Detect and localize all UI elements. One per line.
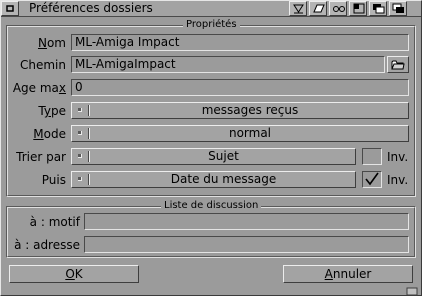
checkmark-icon bbox=[365, 172, 379, 186]
adresse-label: à : adresse bbox=[14, 238, 80, 252]
motif-field[interactable] bbox=[84, 213, 409, 230]
cycle-icon bbox=[78, 131, 82, 135]
annuler-button[interactable]: Annuler bbox=[283, 265, 413, 283]
chemin-field[interactable]: ML-AmigaImpact bbox=[71, 56, 385, 73]
zoom-icon bbox=[353, 3, 365, 14]
close-button[interactable] bbox=[1, 1, 19, 16]
ok-button[interactable]: OK bbox=[9, 265, 139, 283]
type-cycle[interactable]: messages reçus bbox=[71, 102, 409, 119]
nom-label: Nom bbox=[37, 36, 66, 50]
resize-handle[interactable] bbox=[406, 285, 418, 296]
front-back-icon bbox=[392, 3, 404, 13]
motif-label: à : motif bbox=[29, 215, 80, 229]
age-max-label: Age max bbox=[12, 81, 66, 95]
mode-cycle[interactable]: normal bbox=[71, 125, 409, 142]
cycle-icon bbox=[78, 154, 82, 158]
iconify-button[interactable] bbox=[289, 1, 307, 16]
zoom-button[interactable] bbox=[349, 1, 367, 16]
close-icon bbox=[6, 5, 14, 12]
hide-icon bbox=[333, 6, 345, 12]
resize-icon bbox=[406, 287, 418, 296]
chemin-label: Chemin bbox=[20, 58, 66, 72]
snapshot-icon bbox=[313, 4, 325, 13]
trier-par-label: Trier par bbox=[16, 150, 66, 164]
puis-inv-label: Inv. bbox=[387, 173, 409, 187]
nom-field[interactable]: ML-Amiga Impact bbox=[71, 34, 409, 51]
trier-par-inv-checkbox[interactable] bbox=[362, 148, 382, 165]
puis-label: Puis bbox=[41, 173, 66, 187]
depth-icon bbox=[373, 4, 385, 14]
discussion-title: Liste de discussion bbox=[161, 200, 262, 212]
puis-inv-checkbox[interactable] bbox=[362, 171, 382, 188]
window-title: Préférences dossiers bbox=[29, 1, 153, 15]
browse-folder-button[interactable] bbox=[387, 56, 409, 73]
trier-par-cycle[interactable]: Sujet bbox=[71, 148, 356, 165]
puis-cycle[interactable]: Date du message bbox=[71, 171, 356, 188]
iconify-icon bbox=[293, 4, 304, 14]
depth-button[interactable] bbox=[369, 1, 387, 16]
hide-button[interactable] bbox=[329, 1, 347, 16]
age-max-field[interactable]: 0 bbox=[71, 79, 409, 96]
snapshot-button[interactable] bbox=[309, 1, 327, 16]
adresse-field[interactable] bbox=[84, 236, 409, 253]
cycle-icon bbox=[78, 177, 82, 181]
preferences-window: Préférences dossiers Propriétés Nom ML-A… bbox=[0, 0, 422, 296]
type-label: Type bbox=[38, 104, 66, 118]
properties-title: Propriétés bbox=[183, 19, 240, 31]
mode-label: Mode bbox=[33, 127, 66, 141]
cycle-icon bbox=[78, 108, 82, 112]
front-back-button[interactable] bbox=[389, 1, 407, 16]
folder-icon bbox=[391, 60, 405, 70]
trier-par-inv-label: Inv. bbox=[387, 150, 409, 164]
title-bar[interactable]: Préférences dossiers bbox=[1, 1, 421, 17]
